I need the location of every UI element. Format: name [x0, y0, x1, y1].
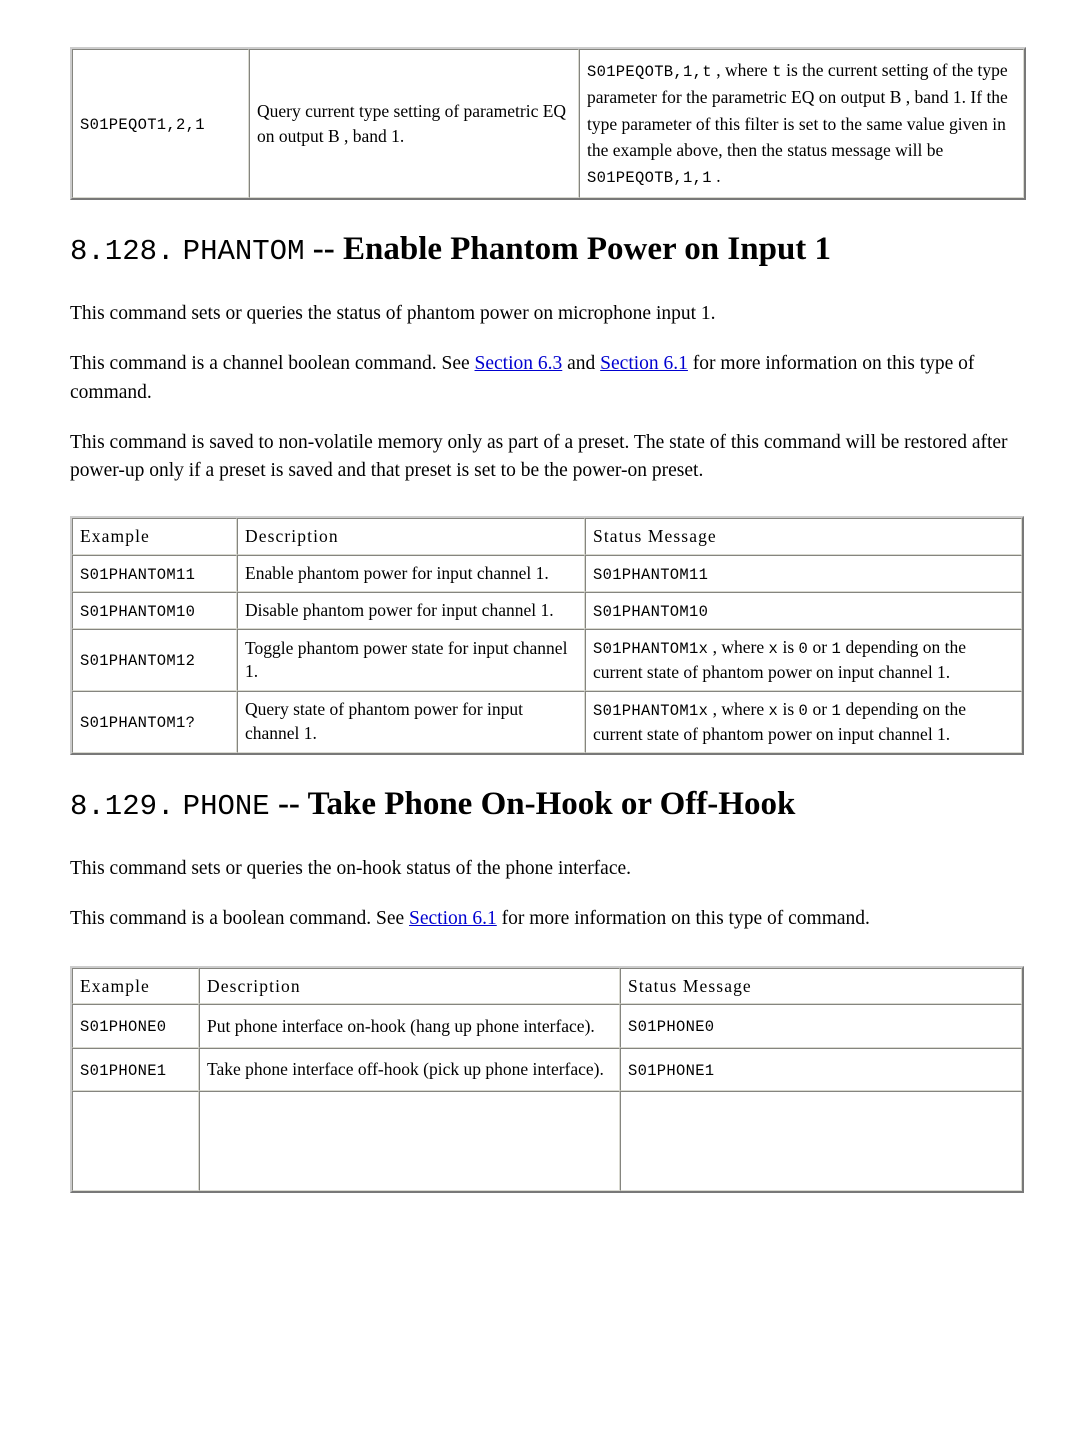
column-header-description: Description: [237, 518, 585, 556]
status-parts: S01PEQOTB,1,t , where t is the current s…: [587, 60, 1008, 187]
status-message: S01PHANTOM10: [593, 603, 709, 622]
prose-token: , where: [708, 699, 769, 720]
table-row: S01PHONE0 Put phone interface on-hook (h…: [72, 1004, 1022, 1048]
mono-token: t: [772, 63, 782, 81]
prose-token: , where: [708, 637, 769, 658]
section-6-3-link[interactable]: Section 6.3: [475, 353, 563, 374]
section-number: 8.129.: [70, 789, 175, 823]
phone-paragraph-1: This command sets or queries the on-hook…: [70, 857, 632, 879]
column-header-example: Example: [72, 518, 237, 556]
command-example: S01PEQOT1,2,1: [80, 115, 205, 134]
section-command-name: PHANTOM: [182, 235, 305, 269]
command-example: S01PHANTOM11: [80, 565, 196, 584]
section-title: Enable Phantom Power on Input 1: [342, 231, 832, 268]
document-page: S01PEQOT1,2,1 Query current type setting…: [0, 47, 1080, 1194]
prose-token: is: [778, 637, 799, 658]
cell-description: Disable phantom power for input channel …: [237, 592, 585, 630]
mono-token: 1: [831, 640, 842, 659]
mono-token: S01PHANTOM1x: [593, 640, 709, 659]
mono-token: S01PEQOTB,1,t: [587, 63, 712, 81]
mono-token: 0: [798, 702, 809, 721]
paragraph-text: for more information on this type of com…: [496, 907, 870, 929]
prose-token: .: [711, 166, 721, 186]
cell-example: S01PHONE1: [72, 1047, 199, 1092]
phantom-paragraph-3: This command is saved to non-volatile me…: [70, 431, 1008, 482]
section-6-1-link[interactable]: Section 6.1: [600, 353, 688, 374]
phone-paragraph-2: This command is a boolean command. See S…: [70, 905, 1022, 933]
paragraph-text: and: [562, 353, 601, 375]
mono-token: 1: [831, 702, 842, 721]
table-header-row: Example Description Status Message: [72, 518, 1022, 556]
table-row: S01PHONE1 Take phone interface off-hook …: [72, 1047, 1022, 1092]
column-header-example: Example: [72, 968, 199, 1005]
status-message: S01PHANTOM11: [593, 566, 709, 585]
cell-example: S01PHONE0: [72, 1004, 199, 1048]
cell-status-message: S01PHONE1: [620, 1047, 1022, 1092]
mono-token: x: [768, 702, 779, 721]
column-header-description: Description: [199, 968, 620, 1005]
cell-example: S01PEQOT1,2,1: [72, 49, 249, 199]
status-parts: S01PHANTOM1x , where x is 0 or 1 dependi…: [593, 699, 966, 744]
cell-example: S01PHANTOM10: [72, 592, 237, 630]
command-example: S01PHONE0: [80, 1018, 167, 1037]
cell-description: Put phone interface on-hook (hang up pho…: [199, 1004, 620, 1048]
table-row: S01PHANTOM11 Enable phantom power for in…: [72, 555, 1022, 593]
section-command-name: PHONE: [182, 789, 270, 823]
cell-description: Query current type setting of parametric…: [249, 49, 579, 199]
section-heading-phone: 8.129. PHONE -- Take Phone On-Hook or Of…: [70, 785, 1080, 825]
command-example: S01PHONE1: [80, 1061, 167, 1080]
cell-example: S01PHANTOM11: [72, 555, 237, 593]
peqot-example-table: S01PEQOT1,2,1 Query current type setting…: [70, 47, 1026, 201]
cell-status-message: [620, 1091, 1022, 1192]
cell-status-message: S01PHANTOM1x , where x is 0 or 1 dependi…: [585, 629, 1022, 692]
cell-description: [199, 1091, 620, 1192]
mono-token: S01PHANTOM1x: [593, 702, 709, 721]
paragraph-text: This command is a channel boolean comman…: [70, 353, 475, 375]
cell-status-message: S01PHANTOM11: [585, 555, 1022, 593]
status-message: S01PHONE0: [628, 1018, 715, 1037]
phantom-example-table: Example Description Status Message S01PH…: [70, 516, 1024, 755]
prose-token: or: [808, 699, 832, 720]
mono-token: 0: [798, 640, 809, 659]
table-row: S01PHANTOM10 Disable phantom power for i…: [72, 592, 1022, 630]
phantom-paragraph-2: This command is a channel boolean comman…: [70, 350, 1022, 407]
section-separator: --: [277, 785, 300, 822]
section-heading-phantom: 8.128. PHANTOM -- Enable Phantom Power o…: [70, 230, 1080, 270]
paragraph-text: This command is a boolean command. See: [70, 907, 410, 929]
section-6-1-link[interactable]: Section 6.1: [409, 908, 497, 929]
status-message: S01PHONE1: [628, 1061, 715, 1080]
table-row: S01PHANTOM1? Query state of phantom powe…: [72, 691, 1022, 753]
cell-description: Query state of phantom power for input c…: [237, 691, 585, 753]
section-number: 8.128.: [70, 235, 175, 269]
cell-status-message: S01PHONE0: [620, 1004, 1022, 1048]
command-example: S01PHANTOM12: [80, 652, 196, 671]
cell-description: Toggle phantom power state for input cha…: [237, 629, 585, 692]
column-header-status-message: Status Message: [620, 968, 1022, 1005]
phone-example-table: Example Description Status Message S01PH…: [70, 966, 1024, 1194]
command-example: S01PHANTOM10: [80, 602, 196, 621]
mono-token: S01PEQOTB,1,1: [587, 169, 712, 187]
table-row: S01PHANTOM12 Toggle phantom power state …: [72, 629, 1022, 692]
section-separator: --: [312, 231, 335, 268]
prose-token: or: [808, 637, 832, 658]
mono-token: x: [768, 640, 779, 659]
prose-token: is: [778, 699, 799, 720]
column-header-status-message: Status Message: [585, 518, 1022, 556]
cell-example: S01PHANTOM1?: [72, 691, 237, 753]
table-header-row: Example Description Status Message: [72, 968, 1022, 1005]
command-example: S01PHANTOM1?: [80, 714, 196, 733]
status-parts: S01PHANTOM1x , where x is 0 or 1 dependi…: [593, 637, 966, 682]
cell-status-message: S01PHANTOM1x , where x is 0 or 1 dependi…: [585, 691, 1022, 753]
cell-status-message: S01PEQOTB,1,t , where t is the current s…: [579, 49, 1024, 199]
cell-example: [72, 1091, 199, 1192]
prose-token: , where: [711, 60, 773, 80]
cell-description: Take phone interface off-hook (pick up p…: [199, 1047, 620, 1092]
table-row: S01PEQOT1,2,1 Query current type setting…: [72, 49, 1024, 199]
cell-description: Enable phantom power for input channel 1…: [237, 555, 585, 593]
cell-example: S01PHANTOM12: [72, 629, 237, 692]
cell-status-message: S01PHANTOM10: [585, 592, 1022, 630]
phantom-paragraph-1: This command sets or queries the status …: [70, 303, 716, 325]
table-row-continued: [72, 1091, 1022, 1192]
section-title: Take Phone On-Hook or Off-Hook: [307, 785, 796, 822]
